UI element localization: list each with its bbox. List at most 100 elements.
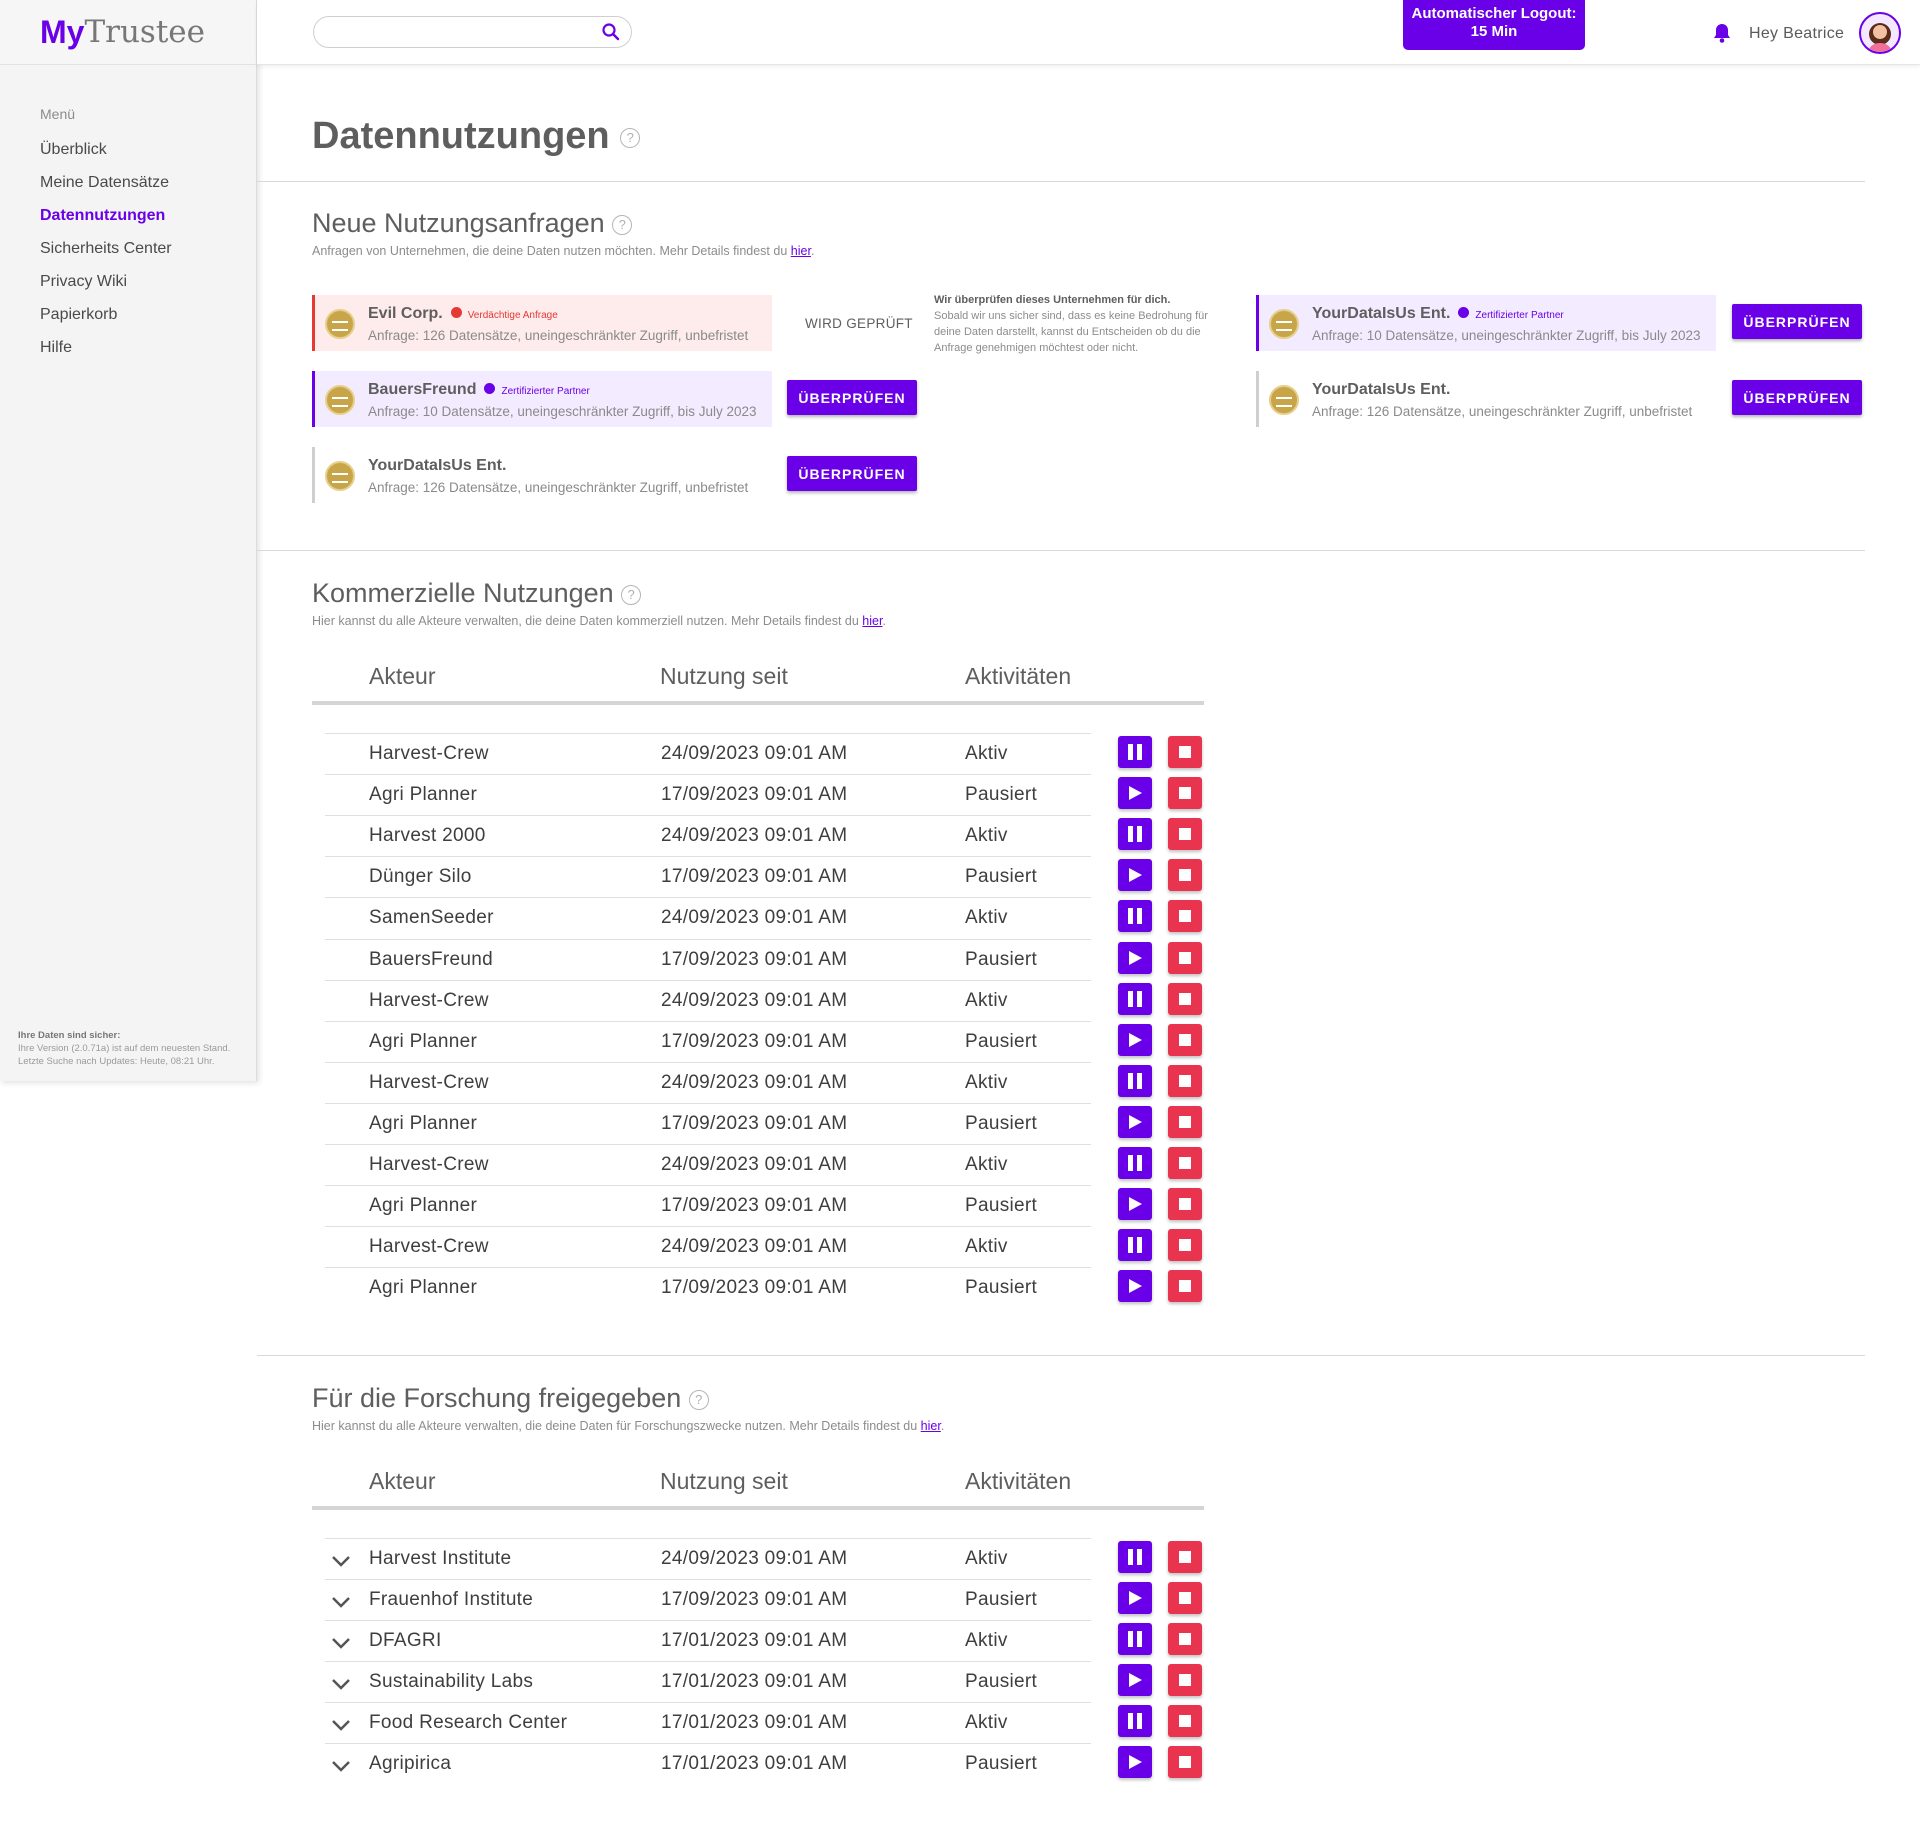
sidebar-item-hilfe[interactable]: Hilfe xyxy=(40,336,172,369)
pause-button[interactable] xyxy=(1118,1705,1152,1737)
help-icon[interactable]: ? xyxy=(612,214,633,235)
request-card-bauersfreund[interactable]: BauersFreund Zertifizierter Partner Anfra… xyxy=(312,371,772,427)
table-row[interactable]: Harvest-Crew 24/09/2023 09:01 AM Aktiv xyxy=(325,1226,1091,1267)
play-button[interactable] xyxy=(1118,1270,1152,1303)
review-button[interactable]: ÜBERPRÜFEN xyxy=(787,380,917,415)
play-button[interactable] xyxy=(1118,859,1152,892)
table-row[interactable]: DFAGRI 17/01/2023 09:01 AM Aktiv xyxy=(325,1620,1091,1661)
stop-button[interactable] xyxy=(1168,1746,1202,1778)
play-button[interactable] xyxy=(1118,1582,1152,1614)
table-row[interactable]: Harvest-Crew 24/09/2023 09:01 AM Aktiv xyxy=(325,733,1091,774)
play-button[interactable] xyxy=(1118,777,1152,810)
table-row[interactable]: SamenSeeder 24/09/2023 09:01 AM Aktiv xyxy=(325,897,1091,938)
stop-button[interactable] xyxy=(1168,1105,1202,1138)
pause-button[interactable] xyxy=(1118,1541,1152,1573)
pause-button[interactable] xyxy=(1118,818,1152,851)
help-icon[interactable]: ? xyxy=(620,127,641,148)
sidebar-item-datennutzungen[interactable]: Datennutzungen xyxy=(40,204,172,237)
stop-icon xyxy=(1179,1756,1191,1768)
request-card-evil-corp[interactable]: Evil Corp. Verdächtige Anfrage Anfrage: 1… xyxy=(312,295,772,351)
help-icon[interactable]: ? xyxy=(688,1389,709,1410)
stop-button[interactable] xyxy=(1168,1064,1202,1097)
request-card-yourdataisus-certified[interactable]: YourDataIsUs Ent. Zertifizierter Partner … xyxy=(1256,295,1716,351)
chevron-down-icon[interactable] xyxy=(329,1549,353,1573)
play-button[interactable] xyxy=(1118,1664,1152,1696)
pause-button[interactable] xyxy=(1118,1147,1152,1179)
stop-button[interactable] xyxy=(1168,1705,1202,1737)
help-icon[interactable]: ? xyxy=(621,584,642,605)
stop-button[interactable] xyxy=(1168,900,1202,933)
review-button[interactable]: ÜBERPRÜFEN xyxy=(1732,380,1862,415)
avatar[interactable] xyxy=(1859,12,1901,54)
auto-logout-badge[interactable]: Automatischer Logout: 15 Min xyxy=(1403,0,1585,50)
pause-button[interactable] xyxy=(1118,1064,1152,1097)
search-icon[interactable] xyxy=(601,22,621,42)
sidebar-item-sicherheits-center[interactable]: Sicherheits Center xyxy=(40,237,172,270)
table-row[interactable]: Harvest 2000 24/09/2023 09:01 AM Aktiv xyxy=(325,815,1091,856)
search-box[interactable] xyxy=(313,16,632,48)
stop-button[interactable] xyxy=(1168,859,1202,892)
play-button[interactable] xyxy=(1118,1188,1152,1221)
stop-button[interactable] xyxy=(1168,736,1202,768)
requests-details-link[interactable]: hier xyxy=(791,244,811,258)
table-row[interactable]: Harvest Institute 24/09/2023 09:01 AM Akti… xyxy=(325,1538,1091,1579)
table-row[interactable]: Agripirica 17/01/2023 09:01 AM Pausiert xyxy=(325,1743,1091,1784)
app-logo[interactable]: My Trustee xyxy=(0,0,256,65)
table-row[interactable]: Frauenhof Institute 17/09/2023 09:01 AM Pa… xyxy=(325,1579,1091,1620)
chevron-down-icon[interactable] xyxy=(329,1631,353,1655)
chevron-down-icon[interactable] xyxy=(329,1672,353,1696)
chevron-down-icon[interactable] xyxy=(329,1713,353,1737)
stop-button[interactable] xyxy=(1168,1582,1202,1614)
table-row[interactable]: Sustainability Labs 17/01/2023 09:01 AM Pa… xyxy=(325,1661,1091,1702)
table-row[interactable]: Harvest-Crew 24/09/2023 09:01 AM Aktiv xyxy=(325,1144,1091,1185)
actor-name: Agri Planner xyxy=(369,1030,478,1052)
stop-button[interactable] xyxy=(1168,1147,1202,1179)
research-details-link[interactable]: hier xyxy=(921,1419,941,1433)
play-button[interactable] xyxy=(1118,1746,1152,1778)
stop-button[interactable] xyxy=(1168,1229,1202,1262)
bell-icon[interactable] xyxy=(1711,22,1733,44)
table-row[interactable]: Dünger Silo 17/09/2023 09:01 AM Pausiert xyxy=(325,856,1091,897)
sidebar-item-privacy-wiki[interactable]: Privacy Wiki xyxy=(40,270,172,303)
table-row[interactable]: Agri Planner 17/09/2023 09:01 AM Pausiert xyxy=(325,1267,1091,1308)
sidebar-item-ueberblick[interactable]: Überblick xyxy=(40,138,172,171)
table-row[interactable]: Agri Planner 17/09/2023 09:01 AM Pausiert xyxy=(325,774,1091,815)
pause-button[interactable] xyxy=(1118,1623,1152,1655)
sidebar-item-papierkorb[interactable]: Papierkorb xyxy=(40,303,172,336)
security-status: Ihre Daten sind sicher: Ihre Version (2.… xyxy=(18,1029,230,1068)
request-card-yourdataisus[interactable]: YourDataIsUs Ent. Anfrage: 126 Datensätz… xyxy=(312,447,772,503)
stop-button[interactable] xyxy=(1168,1664,1202,1696)
actor-name: Harvest-Crew xyxy=(369,743,489,764)
play-button[interactable] xyxy=(1118,941,1152,974)
pause-button[interactable] xyxy=(1118,982,1152,1015)
table-row[interactable]: Agri Planner 17/09/2023 09:01 AM Pausiert xyxy=(325,1020,1091,1062)
stop-button[interactable] xyxy=(1168,982,1202,1015)
table-row[interactable]: Agri Planner 17/09/2023 09:01 AM Pausiert xyxy=(325,1185,1091,1226)
play-button[interactable] xyxy=(1118,1023,1152,1056)
stop-button[interactable] xyxy=(1168,1023,1202,1056)
table-row[interactable]: Harvest-Crew 24/09/2023 09:01 AM Aktiv xyxy=(325,979,1091,1021)
stop-button[interactable] xyxy=(1168,1623,1202,1655)
table-row[interactable]: BauersFreund 17/09/2023 09:01 AM Pausiert xyxy=(325,938,1091,980)
table-row[interactable]: Harvest-Crew 24/09/2023 09:01 AM Aktiv xyxy=(325,1061,1091,1103)
request-card-yourdataisus-2[interactable]: YourDataIsUs Ent. Anfrage: 126 Datensätz… xyxy=(1256,371,1716,427)
search-input[interactable] xyxy=(314,17,584,47)
sidebar-item-meine-datensaetze[interactable]: Meine Datensätze xyxy=(40,171,172,204)
stop-button[interactable] xyxy=(1168,1541,1202,1573)
stop-button[interactable] xyxy=(1168,1188,1202,1221)
stop-button[interactable] xyxy=(1168,1270,1202,1303)
pause-button[interactable] xyxy=(1118,736,1152,768)
stop-button[interactable] xyxy=(1168,777,1202,810)
commercial-details-link[interactable]: hier xyxy=(862,614,882,628)
pause-button[interactable] xyxy=(1118,1229,1152,1262)
stop-button[interactable] xyxy=(1168,941,1202,974)
review-button[interactable]: ÜBERPRÜFEN xyxy=(1732,304,1862,339)
table-row[interactable]: Agri Planner 17/09/2023 09:01 AM Pausiert xyxy=(325,1102,1091,1144)
pause-button[interactable] xyxy=(1118,900,1152,933)
stop-button[interactable] xyxy=(1168,818,1202,851)
chevron-down-icon[interactable] xyxy=(329,1754,353,1778)
play-button[interactable] xyxy=(1118,1105,1152,1138)
review-button[interactable]: ÜBERPRÜFEN xyxy=(787,456,917,491)
table-row[interactable]: Food Research Center 17/01/2023 09:01 AM A… xyxy=(325,1702,1091,1743)
chevron-down-icon[interactable] xyxy=(329,1590,353,1614)
